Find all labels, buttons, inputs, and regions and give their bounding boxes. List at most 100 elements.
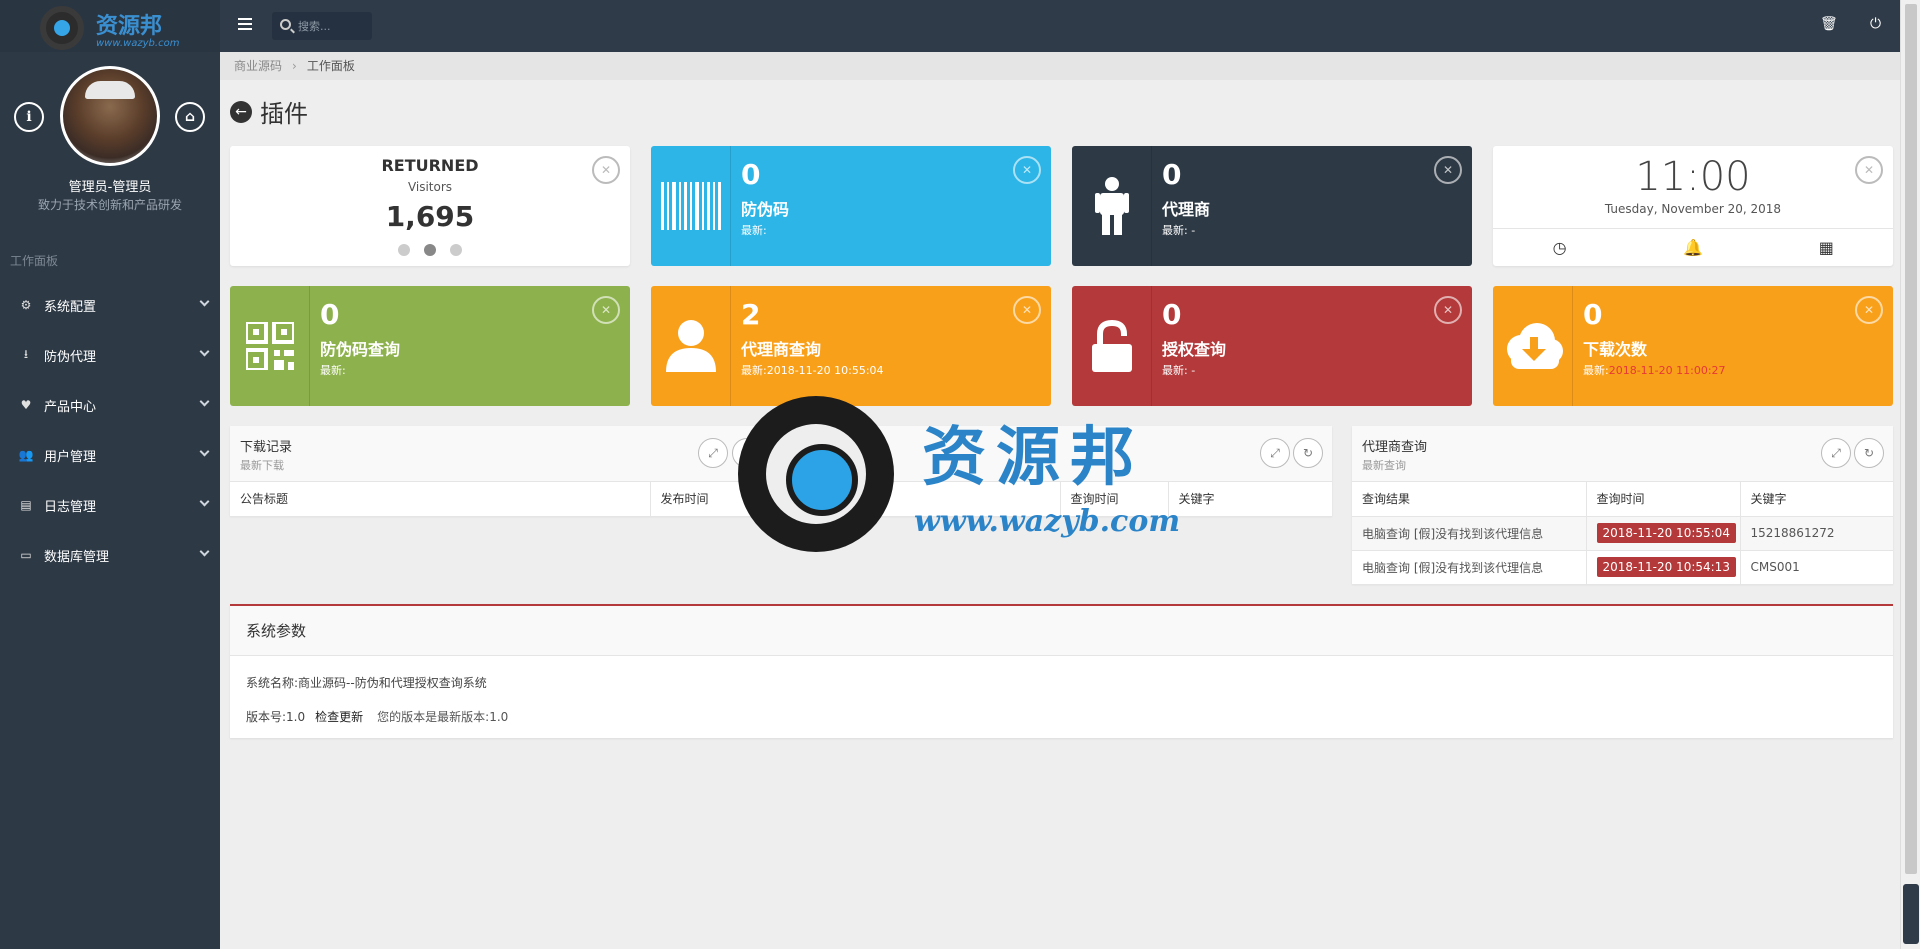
agent-query-panel: 代理商查询 最新查询 ⤢ ↻ 查询结果 查询时间 关键字 电脑查询 [假]没有找… xyxy=(1352,426,1893,585)
close-icon[interactable]: ✕ xyxy=(1434,296,1462,324)
carousel-dot[interactable] xyxy=(398,244,410,256)
cell-keyword: 15218861272 xyxy=(1740,516,1893,551)
tile-number: 0 xyxy=(1583,298,1603,331)
agent-query-tile: 2 代理商查询 最新:2018-11-20 10:55:04 ✕ xyxy=(651,286,1051,406)
carousel-dot[interactable] xyxy=(450,244,462,256)
sidebar-item-system-config[interactable]: ⚙ 系统配置 xyxy=(0,280,220,330)
check-update-link[interactable]: 检查更新 xyxy=(315,710,363,724)
home-icon[interactable]: ⌂ xyxy=(175,102,205,132)
panel-header: 下载记录 最新下载 ⤢ ↻ ⤢ ↻ xyxy=(230,426,1332,482)
date-badge: 2018-11-20 10:55:04 xyxy=(1596,523,1736,543)
chevron-down-icon xyxy=(199,346,210,357)
calendar-icon[interactable]: ▦ xyxy=(1760,229,1893,266)
cell-keyword: CMS001 xyxy=(1740,550,1893,585)
sidebar-item-label: 用户管理 xyxy=(44,449,97,465)
sidebar: 资源邦 www.wazyb.com i ⌂ 管理员-管理员 致力于技术创新和产品… xyxy=(0,0,220,949)
search-box xyxy=(272,12,372,40)
clock-toolbar: ◷ 🔔 ▦ xyxy=(1493,228,1893,266)
clock-icon[interactable]: ◷ xyxy=(1493,229,1626,266)
avatar[interactable] xyxy=(60,66,160,166)
sidebar-item-anti-fake-agent[interactable]: ⭳ 防伪代理 xyxy=(0,330,220,380)
close-icon[interactable]: ✕ xyxy=(1013,156,1041,184)
logo[interactable]: 资源邦 www.wazyb.com xyxy=(40,6,190,52)
back-arrow-icon[interactable]: ← xyxy=(230,100,252,123)
sidebar-item-label: 防伪代理 xyxy=(44,349,97,365)
anti-fake-query-tile: 0 防伪码查询 最新: ✕ xyxy=(230,286,630,406)
cogs-icon: ⚙ xyxy=(20,298,32,312)
profile: i ⌂ 管理员-管理员 致力于技术创新和产品研发 xyxy=(0,52,220,230)
scrollbar-thumb[interactable] xyxy=(1905,4,1917,874)
agent-tile: 0 代理商 最新: - ✕ xyxy=(1072,146,1472,266)
menu-toggle-icon[interactable] xyxy=(238,18,252,30)
cell-time: 2018-11-20 10:54:13 xyxy=(1586,550,1741,585)
logo-text: 资源邦 xyxy=(96,13,163,39)
tile-label: 代理商 xyxy=(1162,200,1211,219)
tile-number: 0 xyxy=(1162,158,1182,191)
column-header: 关键字 xyxy=(1168,482,1332,517)
close-icon[interactable]: ✕ xyxy=(1013,296,1041,324)
carousel-dot-active[interactable] xyxy=(424,244,436,256)
sidebar-item-label: 数据库管理 xyxy=(44,549,110,565)
tile-label: 下载次数 xyxy=(1583,340,1648,359)
clock-tile: 11:00 Tuesday, November 20, 2018 ◷ 🔔 ▦ ✕ xyxy=(1493,146,1893,266)
tile-latest: 最新: xyxy=(741,224,767,237)
breadcrumb-root[interactable]: 商业源码 xyxy=(234,59,282,73)
refresh-icon[interactable]: ↻ xyxy=(1293,438,1323,468)
cell-time: 2018-11-20 10:55:04 xyxy=(1586,516,1741,551)
tile-title: RETURNED xyxy=(381,156,479,175)
table-row[interactable]: 电脑查询 [假]没有找到该代理信息 2018-11-20 10:54:13 CM… xyxy=(1352,550,1893,585)
close-icon[interactable]: ✕ xyxy=(1855,296,1883,324)
expand-icon[interactable]: ⤢ xyxy=(1260,438,1290,468)
user-icon xyxy=(651,286,731,406)
breadcrumb: 商业源码 › 工作面板 xyxy=(220,52,1900,80)
book-icon: ▤ xyxy=(20,498,32,512)
bell-icon[interactable]: 🔔 xyxy=(1626,229,1759,266)
page-scrollbar[interactable] xyxy=(1900,0,1920,949)
sidebar-item-user-management[interactable]: 👥 用户管理 xyxy=(0,430,220,480)
close-icon[interactable]: ✕ xyxy=(1855,156,1883,184)
tile-latest: 最新: - xyxy=(1162,364,1196,377)
clock-date: Tuesday, November 20, 2018 xyxy=(1604,202,1782,216)
cloud-download-icon xyxy=(1493,286,1573,406)
tile-latest: 最新:2018-11-20 11:00:27 xyxy=(1583,362,1726,378)
sidebar-item-database-management[interactable]: ▭ 数据库管理 xyxy=(0,530,220,580)
info-icon[interactable]: i xyxy=(14,102,44,132)
hdd-icon: ▭ xyxy=(20,548,32,562)
table-row[interactable]: 电脑查询 [假]没有找到该代理信息 2018-11-20 10:55:04 15… xyxy=(1352,516,1893,551)
person-icon xyxy=(1072,146,1152,266)
breadcrumb-current: 工作面板 xyxy=(306,59,355,73)
latest-date: 2018-11-20 11:00:27 xyxy=(1608,364,1726,377)
panel-subtitle: 最新下载 xyxy=(240,459,284,472)
expand-icon[interactable]: ⤢ xyxy=(1821,438,1851,468)
search-icon[interactable] xyxy=(280,19,291,30)
close-icon[interactable]: ✕ xyxy=(592,296,620,324)
auth-query-tile: 0 授权查询 最新: - ✕ xyxy=(1072,286,1472,406)
column-header: 查询时间 xyxy=(1586,482,1741,517)
profile-subtitle: 致力于技术创新和产品研发 xyxy=(37,198,182,212)
column-header: 关键字 xyxy=(1740,482,1893,517)
trash-icon[interactable]: 🗑 xyxy=(1820,16,1838,32)
tile-value: 1,695 xyxy=(385,200,475,233)
download-count-tile: 0 下载次数 最新:2018-11-20 11:00:27 ✕ xyxy=(1493,286,1893,406)
search-input[interactable] xyxy=(298,17,366,35)
close-icon[interactable]: ✕ xyxy=(1434,156,1462,184)
tile-number: 2 xyxy=(741,298,761,331)
close-icon[interactable]: ✕ xyxy=(592,156,620,184)
tile-number: 0 xyxy=(320,298,340,331)
tile-number: 0 xyxy=(1162,298,1182,331)
qrcode-icon xyxy=(230,286,310,406)
tile-label: 防伪码 xyxy=(741,200,790,219)
power-icon[interactable]: ⏻ xyxy=(1870,16,1881,32)
panel-header: 代理商查询 最新查询 ⤢ ↻ xyxy=(1352,426,1893,482)
refresh-icon[interactable]: ↻ xyxy=(732,438,762,468)
tile-label: 授权查询 xyxy=(1162,340,1227,359)
sidebar-item-label: 产品中心 xyxy=(44,399,97,415)
sidebar-item-log-management[interactable]: ▤ 日志管理 xyxy=(0,480,220,530)
refresh-icon[interactable]: ↻ xyxy=(1854,438,1884,468)
sidebar-item-product-center[interactable]: ♥ 产品中心 xyxy=(0,380,220,430)
logo-url: www.wazyb.com xyxy=(96,38,180,49)
scroll-corner xyxy=(1903,884,1919,944)
download-records-panel: 下载记录 最新下载 ⤢ ↻ ⤢ ↻ 公告标题 发布时间 查询结果 查询时间 关键… xyxy=(230,426,1332,517)
expand-icon[interactable]: ⤢ xyxy=(698,438,728,468)
panel-subtitle: 最新查询 xyxy=(1362,459,1406,472)
